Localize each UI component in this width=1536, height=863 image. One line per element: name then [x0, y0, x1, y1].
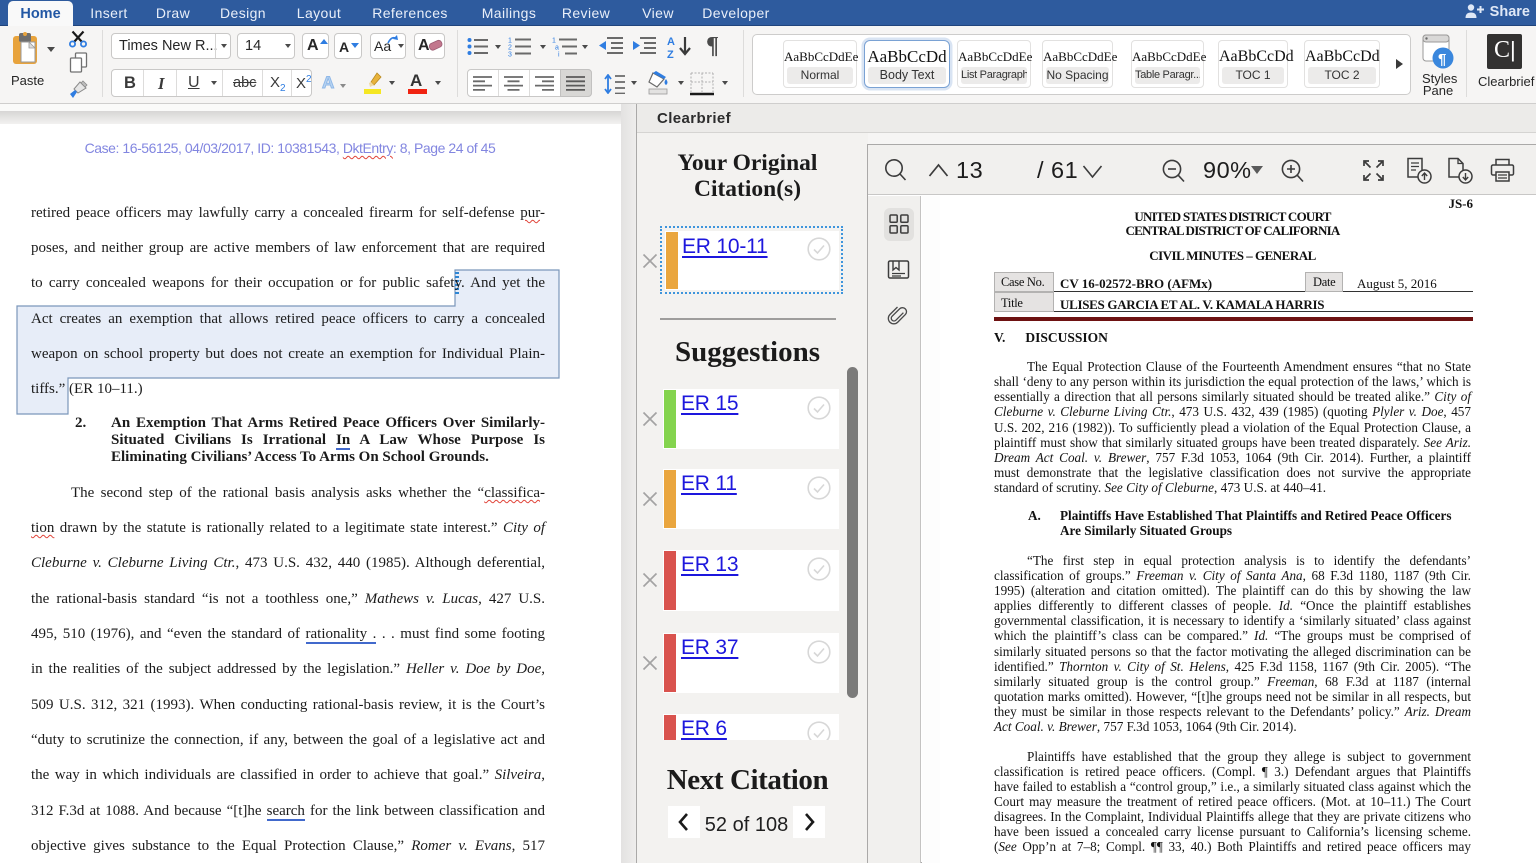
- svg-text:A: A: [667, 36, 675, 48]
- svg-text:¶: ¶: [1438, 51, 1446, 68]
- svg-text:Z: Z: [667, 49, 674, 59]
